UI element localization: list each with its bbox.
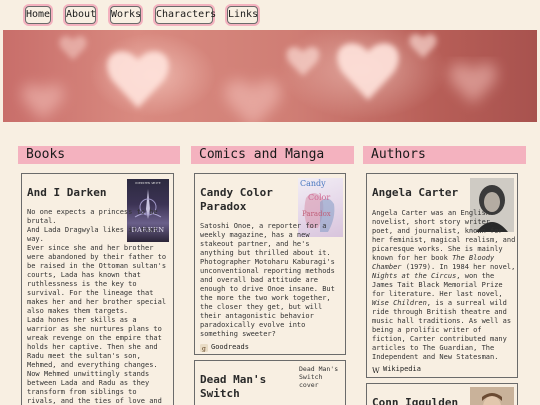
section-header-authors: Authors [363, 146, 526, 164]
comic-description: Satoshi Onoe, a reporter for a weekly ma… [200, 222, 335, 338]
comic-card-candy-color-paradox: Candy Color Paradox Candy Color Paradox … [194, 173, 346, 355]
author-card-angela-carter: Angela Carter Angela Carter was an Engli… [366, 173, 518, 378]
author-name[interactable]: Conn Iggulden [372, 396, 467, 405]
comic-card-dead-mans-switch: Dead Man's Switch Dead Man's Switch cove… [194, 360, 346, 405]
svg-text:g: g [202, 345, 206, 352]
wikipedia-icon: W [372, 366, 380, 375]
nav-links-button[interactable]: Links [227, 6, 258, 24]
comic-cover-broken[interactable]: Dead Man's Switch cover [299, 365, 341, 389]
author-source-label[interactable]: Wikipedia [383, 365, 421, 374]
book-cover-author: KIERSTEN WHITE [135, 181, 161, 185]
author-portrait [470, 387, 514, 405]
section-header-books: Books [18, 146, 180, 164]
author-card-conn-iggulden: Conn Iggulden [366, 383, 518, 405]
author-bio-text: (1979). In 1984 her novel, [401, 263, 516, 271]
comic-source-label[interactable]: Goodreads [211, 343, 249, 352]
book-title[interactable]: And I Darken [27, 186, 127, 200]
nav-about-button[interactable]: About [65, 6, 96, 24]
comic-title[interactable]: Candy Color Paradox [200, 186, 295, 214]
author-name[interactable]: Angela Carter [372, 186, 467, 200]
hearts-banner [3, 30, 537, 122]
comic-cover-word-2: Color [308, 193, 331, 202]
section-header-comics: Comics and Manga [191, 146, 354, 164]
author-photo [470, 387, 514, 405]
svg-text:W: W [372, 366, 380, 374]
comic-cover-word-1: Candy [300, 179, 326, 188]
comic-source[interactable]: g Goodreads [200, 343, 249, 352]
book-description: No one expects a princess to be brutal. … [27, 208, 167, 405]
author-source[interactable]: W Wikipedia [372, 365, 421, 375]
author-bio-text: , is a surreal wild ride through British… [372, 299, 512, 361]
author-bio-book: Wise Children [372, 299, 427, 307]
author-bio: Angela Carter was an English novelist, s… [372, 209, 517, 362]
goodreads-icon: g [200, 343, 208, 352]
nav-home-button[interactable]: Home [25, 6, 51, 24]
nav-works-button[interactable]: Works [110, 6, 141, 24]
author-bio-book: Nights at the Circus [372, 272, 457, 280]
hearts-banner-image [22, 34, 497, 122]
comic-cover-word-3: Paradox [302, 210, 331, 218]
nav-characters-button[interactable]: Characters [155, 6, 216, 24]
comic-title[interactable]: Dead Man's Switch [200, 373, 285, 401]
book-card-and-i-darken: And I Darken DARKEN KIERSTEN WHITE No on… [21, 173, 174, 405]
